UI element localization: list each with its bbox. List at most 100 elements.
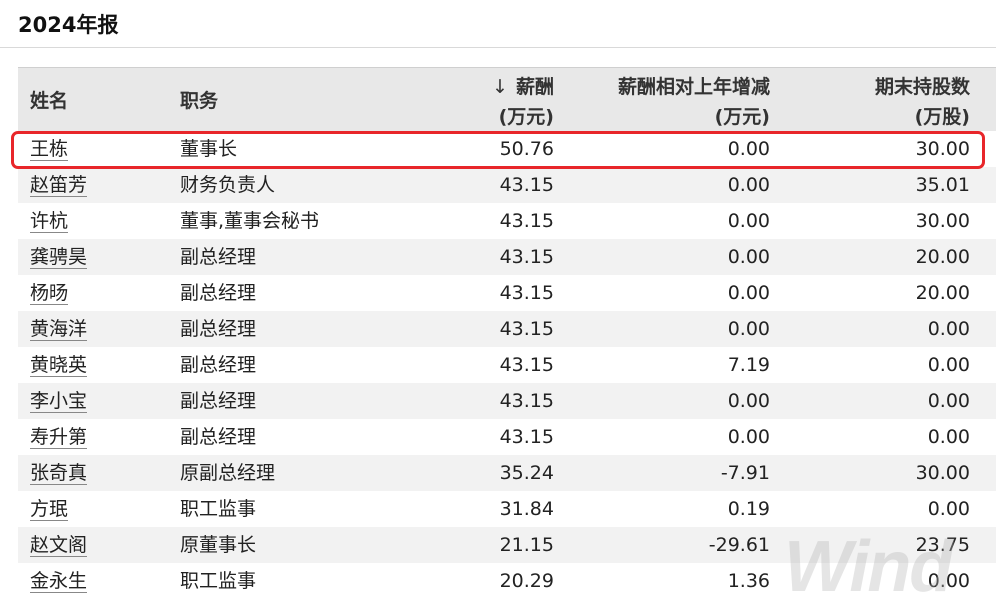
table-row[interactable]: 王栋 董事长 50.76 0.00 30.00 xyxy=(18,131,996,167)
executive-role: 原董事长 xyxy=(180,534,257,556)
table-row[interactable]: 龚骋昊 副总经理 43.15 0.00 20.00 xyxy=(18,239,996,275)
salary-change-value: -29.61 xyxy=(708,534,770,556)
column-header-salary[interactable]: ↓ 薪酬 (万元) xyxy=(434,72,554,132)
executive-name-link[interactable]: 黄晓英 xyxy=(30,354,88,377)
shares-value: 30.00 xyxy=(915,462,970,484)
salary-change-value: 0.00 xyxy=(727,426,770,448)
executive-name-link[interactable]: 寿升第 xyxy=(30,426,88,449)
executive-name-link[interactable]: 黄海洋 xyxy=(30,318,88,341)
salary-change-header-label: 薪酬相对上年增减 xyxy=(617,76,770,98)
salary-value: 35.24 xyxy=(499,462,554,484)
name-cell: 金永生 xyxy=(30,563,88,599)
salary-change-value: 0.00 xyxy=(727,174,770,196)
shares-value: 30.00 xyxy=(915,210,970,232)
salary-change-value: 0.00 xyxy=(727,246,770,268)
executive-name-link[interactable]: 杨旸 xyxy=(30,282,69,305)
page-header: 2024年报 xyxy=(0,0,996,48)
name-cell: 黄晓英 xyxy=(30,347,88,383)
executive-role: 职工监事 xyxy=(180,570,257,592)
executive-name-link[interactable]: 许杭 xyxy=(30,210,69,233)
shares-value: 30.00 xyxy=(915,138,970,160)
name-cell: 王栋 xyxy=(30,131,69,167)
shares-value: 0.00 xyxy=(927,498,970,520)
name-cell: 赵文阁 xyxy=(30,527,88,563)
salary-change-value: -7.91 xyxy=(720,462,770,484)
name-cell: 赵笛芳 xyxy=(30,167,88,203)
salary-value: 43.15 xyxy=(499,174,554,196)
executive-role: 副总经理 xyxy=(180,354,257,376)
executive-role: 财务负责人 xyxy=(180,174,276,196)
salary-change-value: 1.36 xyxy=(727,570,770,592)
executive-role: 副总经理 xyxy=(180,318,257,340)
table-row[interactable]: 寿升第 副总经理 43.15 0.00 0.00 xyxy=(18,419,996,455)
column-header-shares[interactable]: 期末持股数 (万股) xyxy=(820,72,970,132)
table-header: 姓名 职务 ↓ 薪酬 (万元) 薪酬相对上年增减 (万元) 期末持股数 (万股) xyxy=(18,67,996,131)
column-header-name[interactable]: 姓名 xyxy=(30,86,68,116)
executive-role: 副总经理 xyxy=(180,282,257,304)
salary-change-value: 0.19 xyxy=(727,498,770,520)
name-cell: 杨旸 xyxy=(30,275,69,311)
salary-value: 43.15 xyxy=(499,426,554,448)
salary-change-value: 7.19 xyxy=(727,354,770,376)
column-header-salary-change[interactable]: 薪酬相对上年增减 (万元) xyxy=(570,72,770,132)
executive-role: 董事长 xyxy=(180,138,238,160)
shares-value: 20.00 xyxy=(915,246,970,268)
table-row[interactable]: 张奇真 原副总经理 35.24 -7.91 30.00 xyxy=(18,455,996,491)
executive-name-link[interactable]: 李小宝 xyxy=(30,390,88,413)
salary-value: 43.15 xyxy=(499,354,554,376)
shares-header-label: 期末持股数 xyxy=(874,76,970,98)
salary-value: 43.15 xyxy=(499,390,554,412)
shares-value: 0.00 xyxy=(927,390,970,412)
executive-role: 副总经理 xyxy=(180,426,257,448)
executive-name-link[interactable]: 赵文阁 xyxy=(30,534,88,557)
salary-value: 43.15 xyxy=(499,318,554,340)
column-header-role[interactable]: 职务 xyxy=(180,86,218,116)
shares-value: 0.00 xyxy=(927,318,970,340)
salary-value: 43.15 xyxy=(499,282,554,304)
executive-name-link[interactable]: 方珉 xyxy=(30,498,69,521)
salary-value: 43.15 xyxy=(499,210,554,232)
salary-value: 43.15 xyxy=(499,246,554,268)
page-title: 2024年报 xyxy=(18,13,119,37)
executive-role: 副总经理 xyxy=(180,246,257,268)
shares-value: 20.00 xyxy=(915,282,970,304)
shares-value: 0.00 xyxy=(927,426,970,448)
name-cell: 李小宝 xyxy=(30,383,88,419)
salary-change-value: 0.00 xyxy=(727,390,770,412)
executive-name-link[interactable]: 赵笛芳 xyxy=(30,174,88,197)
name-cell: 方珉 xyxy=(30,491,69,527)
salary-change-value: 0.00 xyxy=(727,318,770,340)
name-cell: 寿升第 xyxy=(30,419,88,455)
executive-name-link[interactable]: 王栋 xyxy=(30,138,69,161)
executive-name-link[interactable]: 金永生 xyxy=(30,570,88,593)
executive-role: 副总经理 xyxy=(180,390,257,412)
table-row[interactable]: 黄海洋 副总经理 43.15 0.00 0.00 xyxy=(18,311,996,347)
table-row[interactable]: 李小宝 副总经理 43.15 0.00 0.00 xyxy=(18,383,996,419)
shares-header-unit: (万股) xyxy=(914,106,970,128)
salary-value: 50.76 xyxy=(499,138,554,160)
salary-change-value: 0.00 xyxy=(727,282,770,304)
name-cell: 许杭 xyxy=(30,203,69,239)
executive-role: 董事,董事会秘书 xyxy=(180,210,320,232)
salary-value: 21.15 xyxy=(499,534,554,556)
name-cell: 黄海洋 xyxy=(30,311,88,347)
name-cell: 张奇真 xyxy=(30,455,88,491)
table-row[interactable]: 赵笛芳 财务负责人 43.15 0.00 35.01 xyxy=(18,167,996,203)
salary-value: 20.29 xyxy=(499,570,554,592)
executive-role: 原副总经理 xyxy=(180,462,276,484)
sort-desc-icon[interactable]: ↓ xyxy=(492,76,508,98)
shares-value: 35.01 xyxy=(915,174,970,196)
table-row[interactable]: 杨旸 副总经理 43.15 0.00 20.00 xyxy=(18,275,996,311)
salary-header-unit: (万元) xyxy=(498,106,554,128)
salary-header-label: 薪酬 xyxy=(515,76,554,98)
table-row[interactable]: 黄晓英 副总经理 43.15 7.19 0.00 xyxy=(18,347,996,383)
executive-name-link[interactable]: 龚骋昊 xyxy=(30,246,88,269)
name-cell: 龚骋昊 xyxy=(30,239,88,275)
salary-change-value: 0.00 xyxy=(727,138,770,160)
executive-name-link[interactable]: 张奇真 xyxy=(30,462,88,485)
table-row[interactable]: 许杭 董事,董事会秘书 43.15 0.00 30.00 xyxy=(18,203,996,239)
salary-change-value: 0.00 xyxy=(727,210,770,232)
executive-compensation-table: 姓名 职务 ↓ 薪酬 (万元) 薪酬相对上年增减 (万元) 期末持股数 (万股) … xyxy=(18,67,996,599)
executive-role: 职工监事 xyxy=(180,498,257,520)
table-row[interactable]: 方珉 职工监事 31.84 0.19 0.00 xyxy=(18,491,996,527)
